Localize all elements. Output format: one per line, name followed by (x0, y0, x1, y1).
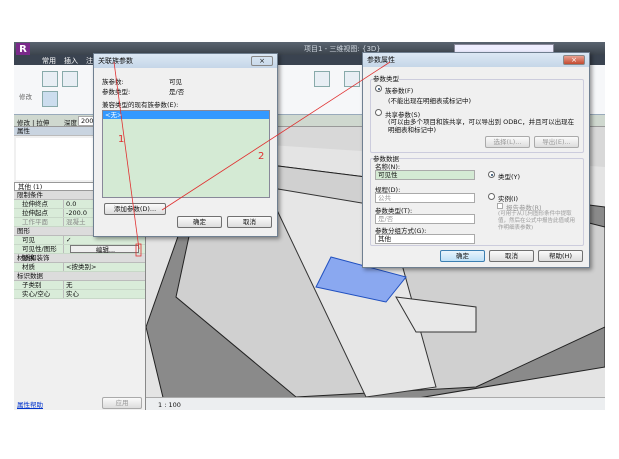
annotation-overlay: 1 2 (113, 61, 391, 257)
annotation-arrow-1 (113, 61, 140, 250)
annotation-arrow-2 (161, 61, 391, 211)
annotation-label-1: 1 (118, 134, 124, 145)
annotation-label-2: 2 (258, 151, 264, 162)
